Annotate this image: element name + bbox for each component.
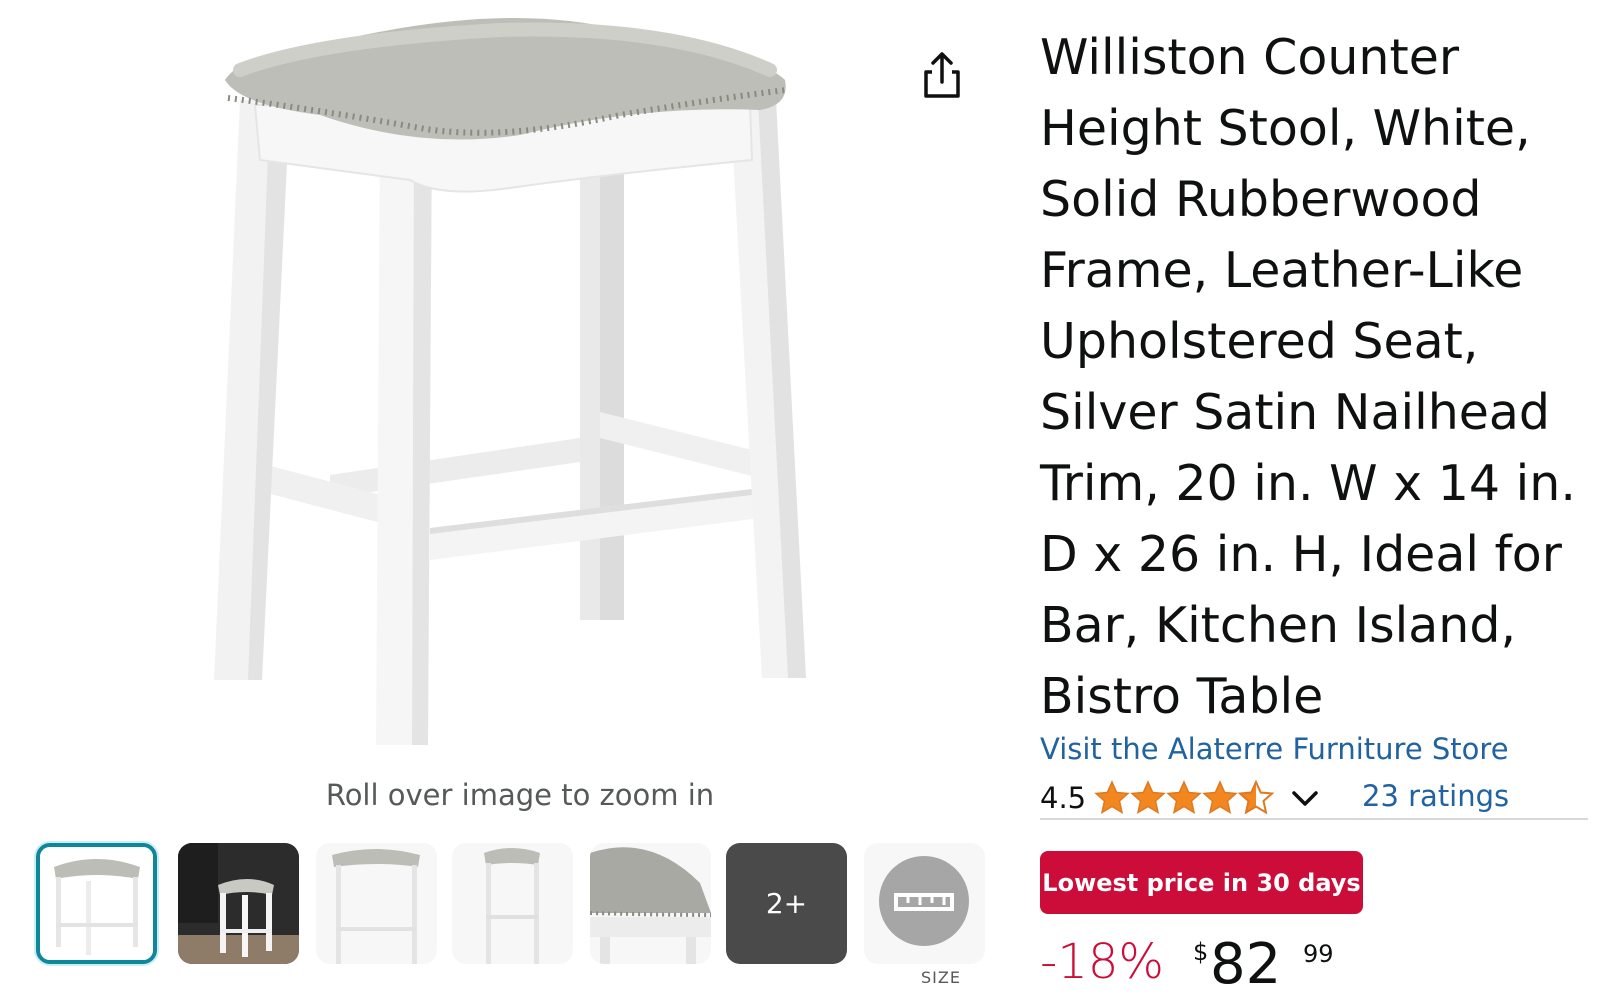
zoom-hint: Roll over image to zoom in (325, 778, 715, 812)
divider (1040, 818, 1588, 820)
main-product-image[interactable] (200, 10, 840, 750)
thumbnail-side-view[interactable] (452, 843, 573, 964)
ratings-count-link[interactable]: 23 ratings (1362, 779, 1509, 813)
star-icon (1167, 781, 1201, 814)
rating-row: 4.5 (1040, 776, 1322, 820)
price-fraction: 99 (1303, 940, 1334, 968)
star-icon (1131, 781, 1165, 814)
thumbnail-angle-view[interactable] (316, 843, 437, 964)
thumbnail-more-button[interactable]: 2+ (726, 843, 847, 964)
thumbnail-seat-detail[interactable] (590, 843, 711, 964)
price-currency: $ (1193, 938, 1209, 966)
thumbnail-strip: 2+ (36, 843, 1006, 968)
deal-badge: Lowest price in 30 days (1040, 851, 1363, 914)
size-chart-label: SIZE (921, 968, 961, 987)
discount-percent: -18% (1040, 934, 1165, 990)
thumbnail-front-view[interactable] (36, 843, 157, 964)
star-icon (1095, 781, 1129, 814)
store-link[interactable]: Visit the Alaterre Furniture Store (1040, 732, 1509, 766)
thumbnail-size-chart[interactable] (864, 843, 985, 964)
rating-value: 4.5 (1040, 781, 1087, 815)
chevron-down-icon[interactable] (1288, 781, 1322, 815)
ruler-icon (879, 856, 969, 946)
more-count-label: 2+ (765, 887, 808, 920)
thumbnail-lifestyle-kitchen[interactable] (178, 843, 299, 964)
price-whole: 82 (1210, 932, 1282, 997)
star-half-icon (1239, 781, 1274, 814)
share-icon[interactable] (920, 50, 964, 100)
star-icon (1203, 781, 1237, 814)
star-rating[interactable] (1094, 780, 1274, 816)
product-title: Williston Counter Height Stool, White, S… (1040, 29, 1576, 725)
